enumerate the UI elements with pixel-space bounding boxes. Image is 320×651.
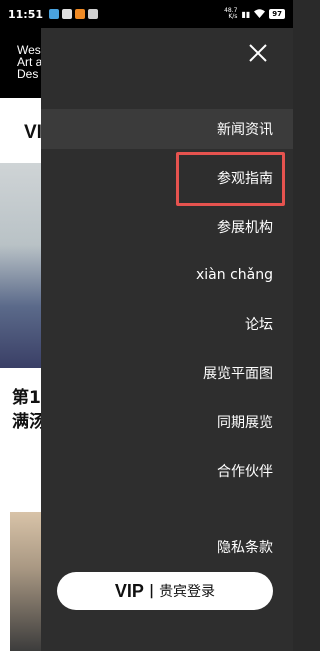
vip-heading: VI [24,122,42,143]
net-speed-unit: K/s [228,13,238,20]
menu-item-label: 同期展览 [217,415,273,431]
site-logo[interactable]: Wes Art a Des [17,44,42,80]
menu-item-label: 论坛 [245,317,273,333]
vip-label: VIP [114,580,144,601]
close-icon [249,44,267,62]
menu-item-forum[interactable]: 论坛 [41,304,293,344]
notification-icons [49,9,99,19]
app-icon [75,9,86,19]
menu-item-label: xiàn chǎng [196,267,273,283]
wifi-icon [254,8,266,20]
battery-icon: 97 [269,9,285,19]
menu-item-label: 展览平面图 [203,366,273,382]
logo-line: Des [17,67,39,81]
menu-item-label: 新闻资讯 [217,122,273,138]
close-button[interactable] [247,42,269,64]
menu-item-label: 合作伙伴 [217,464,273,480]
signal-icon: ▮▮ [241,9,251,19]
telegram-icon [49,9,60,19]
vip-login-button[interactable]: VIP | 贵宾登录 [57,572,273,610]
menu-item-exhibitors[interactable]: 参展机构 [41,207,293,247]
vip-separator: | [148,583,155,599]
vip-login-label: 贵宾登录 [159,584,216,600]
menu-item-on-site[interactable]: xiàn chǎng [41,255,293,295]
menu-item-concurrent-exhibitions[interactable]: 同期展览 [41,402,293,442]
app-icon [62,9,73,19]
menu-item-news[interactable]: 新闻资讯 [41,109,293,149]
nav-drawer: 新闻资讯 参观指南 参展机构 xiàn chǎng 论坛 展览平面图 同期展览 … [41,28,293,651]
menu-item-label: 隐私条款 [217,540,273,556]
menu-item-floor-plan[interactable]: 展览平面图 [41,353,293,393]
app-icon [88,9,99,19]
status-right: 48.7 K/s ▮▮ 97 [224,8,285,20]
status-time: 11:51 [8,7,44,21]
net-speed: 48.7 K/s [224,8,237,20]
menu-item-label: 参展机构 [217,220,273,236]
menu-item-visitor-guide[interactable]: 参观指南 [41,158,293,198]
menu-item-privacy[interactable]: 隐私条款 [41,527,293,567]
status-bar: 11:51 48.7 K/s ▮▮ 97 [0,0,293,28]
menu-item-partners[interactable]: 合作伙伴 [41,451,293,491]
menu-item-label: 参观指南 [217,171,273,187]
